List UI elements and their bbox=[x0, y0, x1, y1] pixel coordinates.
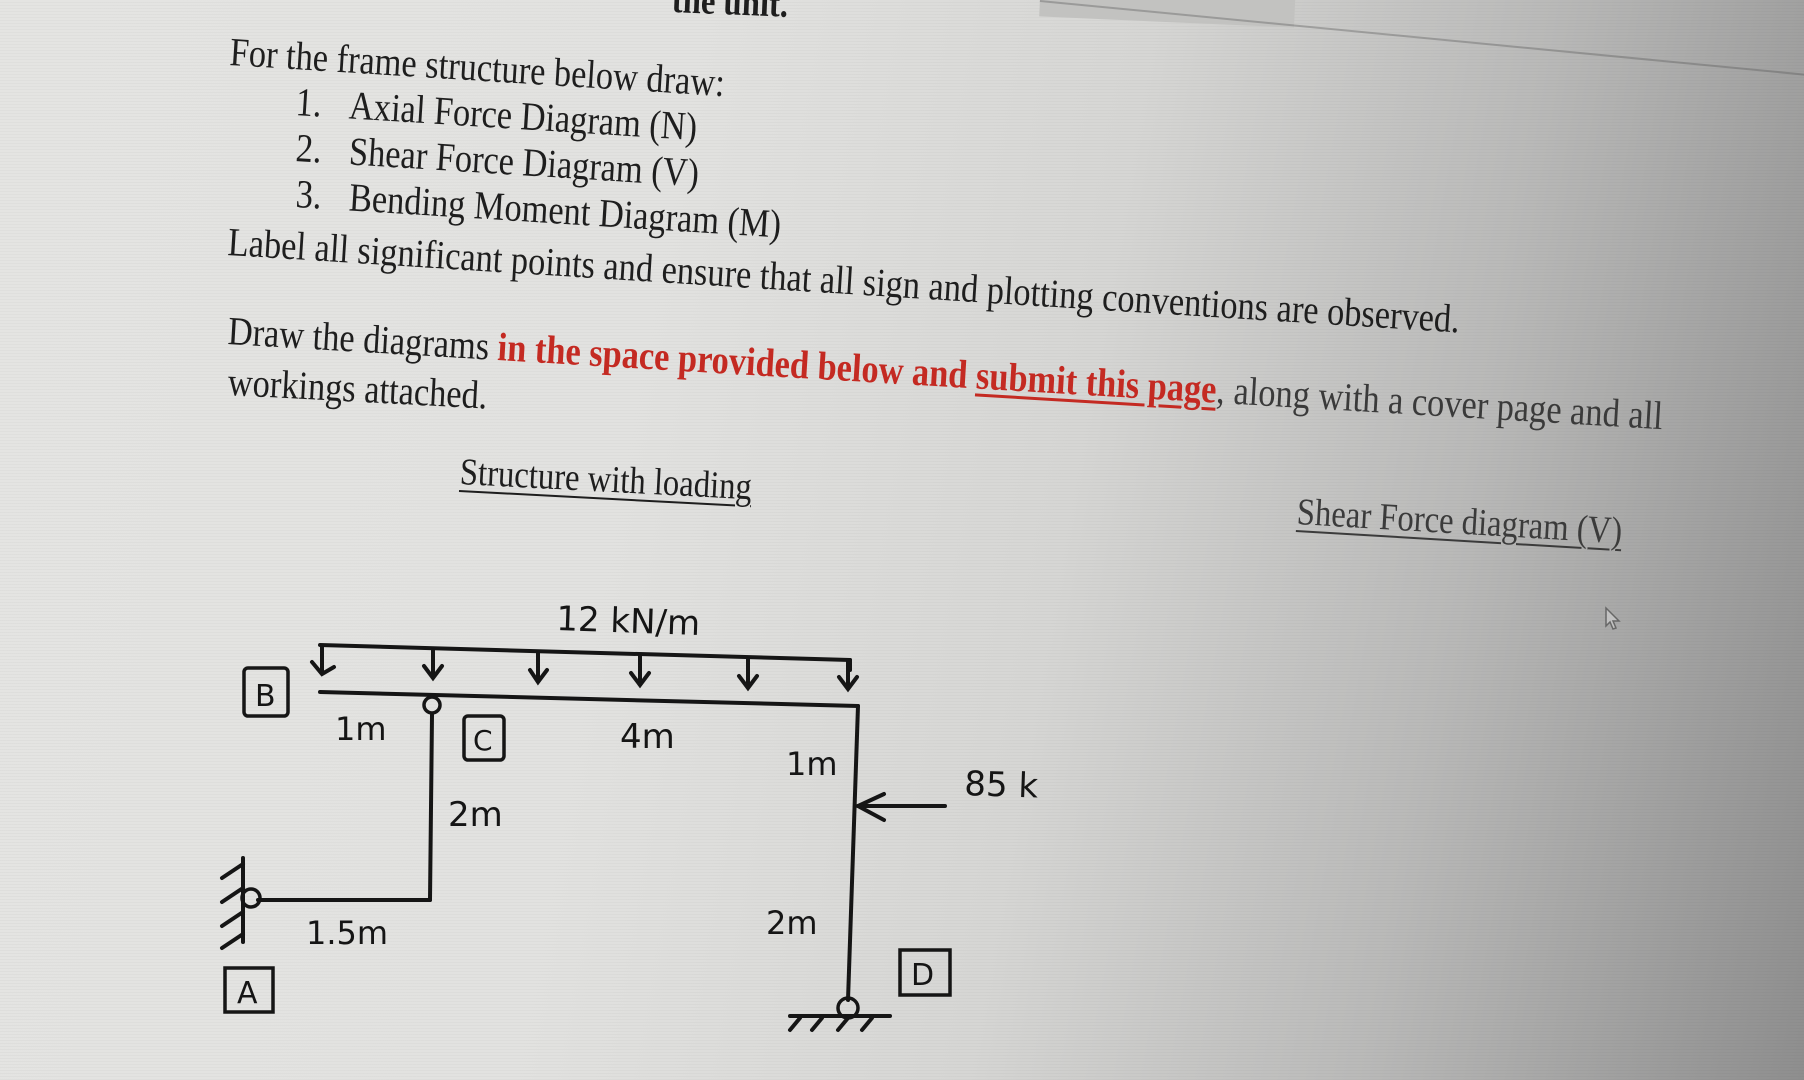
frame-structure-drawing: 12 kN/m 85 k B C A D 1m 4m 2m 1.5m 1m 2m bbox=[220, 599, 1039, 1032]
mouse-pointer-icon bbox=[1605, 606, 1621, 630]
load-arrow bbox=[629, 654, 651, 689]
load-arrow bbox=[310, 645, 336, 677]
distributed-load-line bbox=[318, 643, 852, 662]
c-column bbox=[428, 713, 434, 902]
dim-c-vertical: 2m bbox=[448, 795, 503, 835]
ground-hatch bbox=[788, 1016, 874, 1032]
dim-right-upper: 1m bbox=[786, 745, 838, 783]
load-arrow bbox=[737, 657, 759, 692]
top-beam bbox=[318, 690, 860, 708]
distributed-load-label: 12 kN/m bbox=[556, 599, 701, 644]
node-a-label: A bbox=[237, 976, 258, 1011]
dim-a-horizontal: 1.5m bbox=[306, 914, 388, 952]
hinge-c bbox=[422, 695, 442, 715]
node-b-label: B bbox=[255, 679, 276, 714]
load-arrow bbox=[528, 651, 549, 686]
wall-hatch bbox=[220, 862, 245, 950]
dim-bc: 1m bbox=[335, 710, 387, 748]
node-d-label: D bbox=[911, 958, 934, 993]
right-column bbox=[846, 704, 860, 1002]
point-load-label: 85 k bbox=[964, 764, 1039, 807]
monitor-screen: the unit. For the frame structure below … bbox=[0, 0, 1804, 1080]
dim-right-lower: 2m bbox=[766, 904, 818, 942]
node-c-label: C bbox=[473, 724, 493, 757]
load-arrow bbox=[422, 648, 444, 682]
dim-c-right: 4m bbox=[620, 717, 675, 757]
